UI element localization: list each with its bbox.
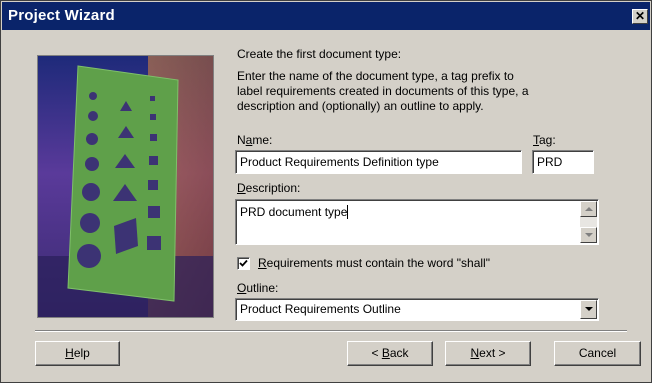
- tag-label: Tag:: [533, 133, 556, 147]
- scroll-down-button[interactable]: [580, 227, 597, 243]
- project-wizard-dialog: Project Wizard ✕ Create the first docume…: [0, 0, 652, 383]
- next-button[interactable]: Next >: [445, 341, 531, 366]
- name-input[interactable]: Product Requirements Definition type: [235, 150, 522, 174]
- scroll-up-button[interactable]: [580, 201, 597, 217]
- name-label: Name:: [237, 133, 273, 147]
- back-button[interactable]: < Back: [347, 341, 433, 366]
- description-label: Description:: [237, 181, 301, 195]
- outline-label: Outline:: [237, 281, 279, 295]
- title-bar: Project Wizard ✕: [2, 2, 650, 30]
- intro-line-3: description and (optionally) an outline …: [237, 99, 484, 113]
- cancel-button[interactable]: Cancel: [554, 341, 641, 366]
- shall-checkbox[interactable]: [237, 257, 250, 270]
- wizard-illustration: [37, 55, 214, 318]
- button-separator: [35, 330, 627, 332]
- intro-line-2: label requirements created in documents …: [237, 84, 529, 98]
- description-scrollbar[interactable]: [580, 201, 597, 243]
- shall-checkbox-label[interactable]: Requirements must contain the word "shal…: [258, 256, 490, 271]
- text-caret: [347, 205, 349, 219]
- help-button[interactable]: Help: [35, 341, 120, 366]
- description-textarea[interactable]: PRD document type: [235, 199, 599, 245]
- checkmark-icon: [239, 259, 248, 267]
- scroll-down-icon: [585, 233, 593, 237]
- intro-line-1: Enter the name of the document type, a t…: [237, 69, 514, 83]
- dropdown-arrow-icon: [585, 307, 593, 311]
- tag-input[interactable]: PRD: [532, 150, 594, 174]
- outline-select[interactable]: Product Requirements Outline: [235, 298, 599, 321]
- close-button[interactable]: ✕: [632, 9, 648, 24]
- scroll-up-icon: [585, 207, 593, 211]
- intro-heading: Create the first document type:: [237, 47, 402, 61]
- window-title: Project Wizard: [8, 7, 115, 24]
- outline-dropdown-button[interactable]: [580, 300, 597, 319]
- close-icon: ✕: [634, 9, 646, 23]
